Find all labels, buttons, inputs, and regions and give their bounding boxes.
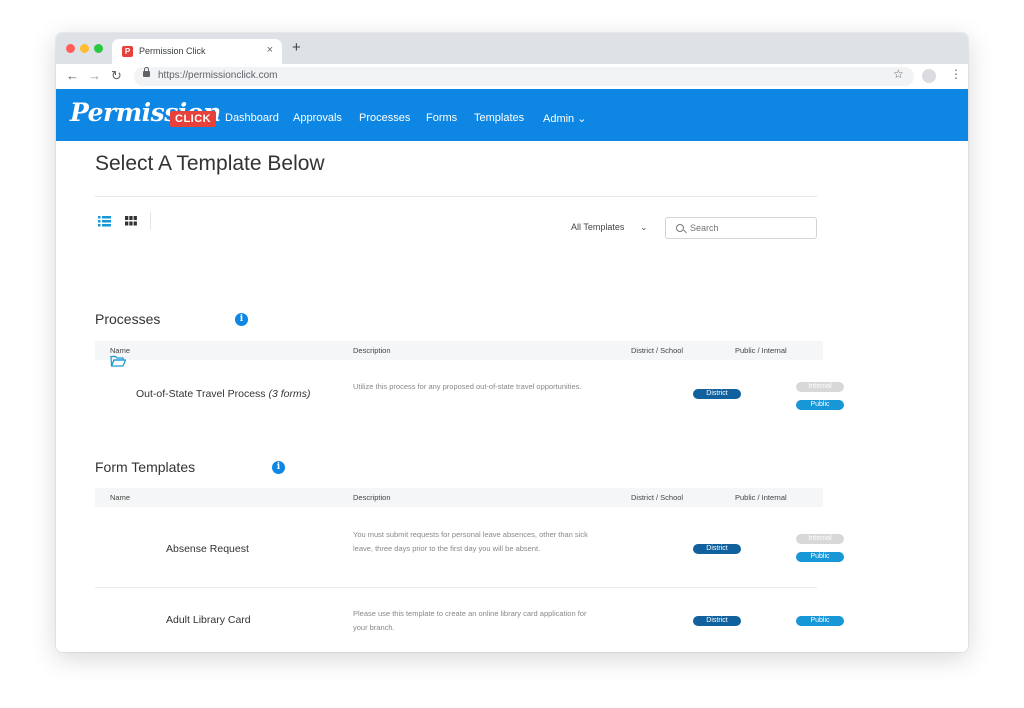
col-district-school: District / School [631,493,684,502]
processes-heading: Processes [95,311,161,327]
view-toggle-divider [150,212,151,230]
form-templates-heading: Form Templates [95,459,196,475]
col-name: Name [110,346,131,355]
col-public-internal: Public / Internal [735,493,787,502]
nav-forms[interactable]: Forms [426,112,457,124]
nav-processes[interactable]: Processes [359,112,410,124]
logo-badge: CLICK [170,111,217,127]
forward-button[interactable]: → [88,68,101,84]
district-badge: District [693,616,741,626]
col-description: Description [353,493,391,502]
bookmark-star-icon[interactable]: ☆ [893,67,904,81]
reload-button[interactable]: ↻ [111,68,122,84]
public-badge: Public [796,400,844,410]
process-row-name[interactable]: Out-of-State Travel Process (3 forms) [136,388,310,400]
profile-avatar[interactable] [922,69,936,83]
back-button[interactable]: ← [66,68,79,84]
process-name: Out-of-State Travel Process [136,388,266,400]
app-header: Permission CLICK Dashboard Approvals Pro… [56,89,968,141]
process-form-count: (3 forms) [268,388,311,400]
url-text: https://permissionclick.com [158,70,278,81]
nav-approvals[interactable]: Approvals [293,112,342,124]
template-row-name[interactable]: Adult Library Card [166,614,251,626]
template-row-description: You must submit requests for personal le… [353,530,588,553]
minimize-window-button[interactable] [80,44,89,53]
grid-view-icon[interactable] [125,216,137,226]
processes-table-header: Name Description District / School Publi… [95,341,823,360]
browser-tab[interactable]: P Permission Click × [112,39,282,64]
search-box[interactable] [665,217,817,239]
chevron-down-icon[interactable]: ⌄ [640,222,648,233]
tab-title: Permission Click [139,46,206,56]
district-badge: District [693,544,741,554]
favicon-icon: P [122,46,133,57]
template-filter-dropdown[interactable]: All Templates [571,222,624,232]
row-divider [95,587,817,588]
public-badge: Public [796,616,844,626]
processes-info-icon[interactable]: i [235,313,248,326]
internal-badge: Internal [796,382,844,392]
browser-toolbar: ← → ↻ https://permissionclick.com ☆ ⋮ [56,64,968,90]
list-view-icon[interactable] [98,216,111,227]
template-row-name[interactable]: Absense Request [166,543,249,555]
process-row-description: Utilize this process for any proposed ou… [353,382,582,391]
title-divider [95,196,817,197]
col-name: Name [110,493,131,502]
folder-icon [110,355,126,367]
page-title: Select A Template Below [95,152,325,175]
form-templates-table-header: Name Description District / School Publi… [95,488,823,507]
nav-admin-dropdown[interactable]: Admin ⌄ [543,112,586,125]
col-public-internal: Public / Internal [735,346,787,355]
template-row-description: Please use this template to create an on… [353,609,587,632]
district-badge: District [693,389,741,399]
maximize-window-button[interactable] [94,44,103,53]
address-bar[interactable]: https://permissionclick.com [134,67,914,86]
form-templates-info-icon[interactable]: i [272,461,285,474]
browser-menu-icon[interactable]: ⋮ [950,67,962,81]
col-description: Description [353,346,391,355]
col-district-school: District / School [631,346,684,355]
public-badge: Public [796,552,844,562]
nav-templates[interactable]: Templates [474,112,524,124]
tab-strip: P Permission Click × + [56,33,968,64]
internal-badge: Internal [796,534,844,544]
search-input[interactable] [690,221,810,235]
nav-dashboard[interactable]: Dashboard [225,112,279,124]
lock-icon [143,67,150,77]
tab-close-icon[interactable]: × [267,44,273,56]
new-tab-button[interactable]: + [292,40,301,56]
close-window-button[interactable] [66,44,75,53]
search-icon [676,224,684,232]
